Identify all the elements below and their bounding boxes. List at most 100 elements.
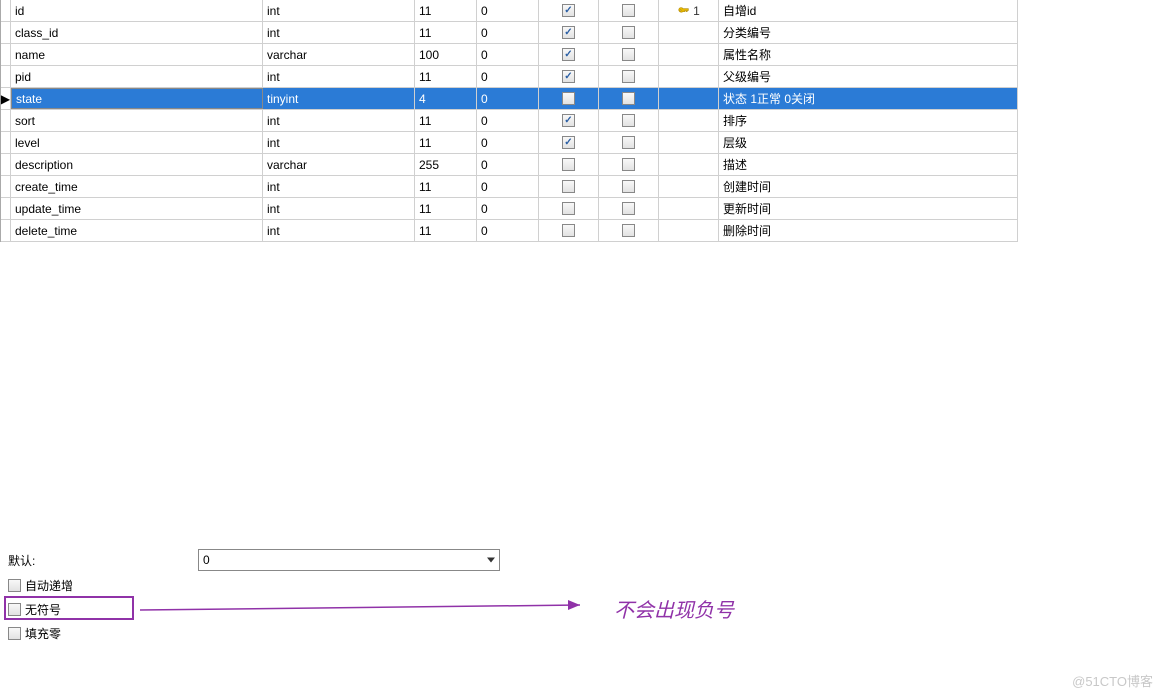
virtual-cell[interactable] <box>599 44 659 65</box>
field-decimals-cell[interactable]: 0 <box>477 0 539 21</box>
table-row[interactable]: update_timeint110更新时间 <box>1 198 1018 220</box>
virtual-cell[interactable] <box>599 66 659 87</box>
zerofill-row[interactable]: 填充零 <box>8 621 808 645</box>
virtual-cell[interactable] <box>599 132 659 153</box>
field-decimals-cell[interactable]: 0 <box>477 88 539 109</box>
field-name-cell[interactable]: pid <box>11 66 263 87</box>
not-null-checkbox[interactable] <box>562 26 575 39</box>
field-length-cell[interactable]: 11 <box>415 220 477 241</box>
table-row[interactable]: delete_timeint110删除时间 <box>1 220 1018 242</box>
not-null-checkbox[interactable] <box>562 92 575 105</box>
field-name-cell[interactable]: delete_time <box>11 220 263 241</box>
virtual-checkbox[interactable] <box>622 202 635 215</box>
key-cell[interactable] <box>659 44 719 65</box>
table-row[interactable]: pidint110父级编号 <box>1 66 1018 88</box>
not-null-cell[interactable] <box>539 176 599 197</box>
virtual-cell[interactable] <box>599 176 659 197</box>
key-cell[interactable]: 1 <box>659 0 719 21</box>
field-name-cell[interactable]: sort <box>11 110 263 131</box>
table-row[interactable]: idint1101自增id <box>1 0 1018 22</box>
field-length-cell[interactable]: 4 <box>415 88 477 109</box>
field-decimals-cell[interactable]: 0 <box>477 220 539 241</box>
virtual-checkbox[interactable] <box>622 158 635 171</box>
virtual-cell[interactable] <box>599 22 659 43</box>
field-type-cell[interactable]: varchar <box>263 44 415 65</box>
not-null-cell[interactable] <box>539 44 599 65</box>
virtual-cell[interactable] <box>599 88 659 109</box>
comment-cell[interactable]: 排序 <box>719 110 1018 131</box>
field-type-cell[interactable]: varchar <box>263 154 415 175</box>
field-decimals-cell[interactable]: 0 <box>477 22 539 43</box>
key-cell[interactable] <box>659 154 719 175</box>
virtual-checkbox[interactable] <box>622 48 635 61</box>
comment-cell[interactable]: 描述 <box>719 154 1018 175</box>
virtual-checkbox[interactable] <box>622 4 635 17</box>
not-null-cell[interactable] <box>539 198 599 219</box>
key-cell[interactable] <box>659 132 719 153</box>
virtual-checkbox[interactable] <box>622 224 635 237</box>
not-null-cell[interactable] <box>539 154 599 175</box>
field-length-cell[interactable]: 11 <box>415 22 477 43</box>
comment-cell[interactable]: 自增id <box>719 0 1018 21</box>
not-null-checkbox[interactable] <box>562 70 575 83</box>
not-null-checkbox[interactable] <box>562 48 575 61</box>
not-null-checkbox[interactable] <box>562 202 575 215</box>
not-null-checkbox[interactable] <box>562 114 575 127</box>
key-cell[interactable] <box>659 198 719 219</box>
unsigned-checkbox[interactable] <box>8 603 21 616</box>
not-null-checkbox[interactable] <box>562 224 575 237</box>
comment-cell[interactable]: 分类编号 <box>719 22 1018 43</box>
field-decimals-cell[interactable]: 0 <box>477 154 539 175</box>
table-row[interactable]: ▶statetinyint40状态 1正常 0关闭 <box>1 88 1018 110</box>
field-type-cell[interactable]: int <box>263 22 415 43</box>
virtual-checkbox[interactable] <box>622 92 635 105</box>
not-null-cell[interactable] <box>539 220 599 241</box>
field-name-cell[interactable]: level <box>11 132 263 153</box>
not-null-checkbox[interactable] <box>562 4 575 17</box>
key-cell[interactable] <box>659 220 719 241</box>
field-decimals-cell[interactable]: 0 <box>477 110 539 131</box>
key-cell[interactable] <box>659 88 719 109</box>
virtual-cell[interactable] <box>599 110 659 131</box>
field-name-cell[interactable]: create_time <box>11 176 263 197</box>
field-decimals-cell[interactable]: 0 <box>477 44 539 65</box>
table-row[interactable]: levelint110层级 <box>1 132 1018 154</box>
virtual-checkbox[interactable] <box>622 26 635 39</box>
key-cell[interactable] <box>659 66 719 87</box>
virtual-checkbox[interactable] <box>622 114 635 127</box>
not-null-cell[interactable] <box>539 66 599 87</box>
field-name-cell[interactable]: description <box>11 154 263 175</box>
field-length-cell[interactable]: 11 <box>415 110 477 131</box>
virtual-cell[interactable] <box>599 154 659 175</box>
field-type-cell[interactable]: int <box>263 66 415 87</box>
key-cell[interactable] <box>659 110 719 131</box>
field-decimals-cell[interactable]: 0 <box>477 176 539 197</box>
not-null-cell[interactable] <box>539 110 599 131</box>
key-cell[interactable] <box>659 176 719 197</box>
not-null-cell[interactable] <box>539 0 599 21</box>
field-type-cell[interactable]: int <box>263 198 415 219</box>
field-length-cell[interactable]: 11 <box>415 198 477 219</box>
field-type-cell[interactable]: int <box>263 176 415 197</box>
field-name-cell[interactable]: class_id <box>11 22 263 43</box>
auto-increment-checkbox[interactable] <box>8 579 21 592</box>
table-row[interactable]: class_idint110 分类编号 <box>1 22 1018 44</box>
not-null-checkbox[interactable] <box>562 136 575 149</box>
field-length-cell[interactable]: 255 <box>415 154 477 175</box>
virtual-cell[interactable] <box>599 198 659 219</box>
field-type-cell[interactable]: tinyint <box>263 88 415 109</box>
comment-cell[interactable]: 删除时间 <box>719 220 1018 241</box>
comment-cell[interactable]: 创建时间 <box>719 176 1018 197</box>
table-row[interactable]: descriptionvarchar2550 描述 <box>1 154 1018 176</box>
table-row[interactable]: create_timeint110创建时间 <box>1 176 1018 198</box>
table-row[interactable]: namevarchar1000属性名称 <box>1 44 1018 66</box>
field-name-cell[interactable]: state <box>11 88 263 109</box>
default-combobox[interactable]: 0 <box>198 549 500 571</box>
not-null-checkbox[interactable] <box>562 180 575 193</box>
field-decimals-cell[interactable]: 0 <box>477 198 539 219</box>
field-length-cell[interactable]: 11 <box>415 0 477 21</box>
not-null-cell[interactable] <box>539 88 599 109</box>
table-row[interactable]: sortint110排序 <box>1 110 1018 132</box>
field-length-cell[interactable]: 11 <box>415 66 477 87</box>
not-null-cell[interactable] <box>539 22 599 43</box>
